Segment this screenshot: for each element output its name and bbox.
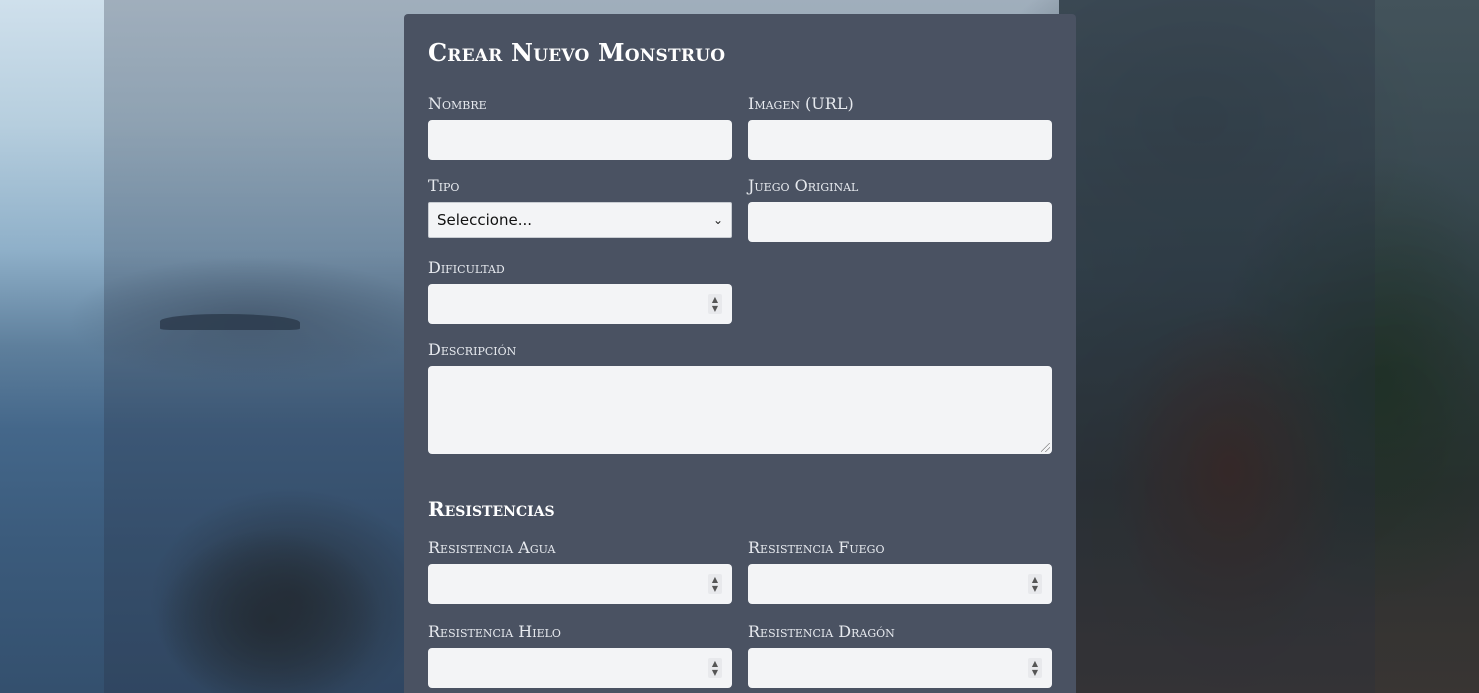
form-title: Crear Nuevo Monstruo xyxy=(428,38,726,67)
tipo-label: Tipo xyxy=(428,176,460,195)
spinner-arrows-icon[interactable]: ▲ ▼ xyxy=(708,574,722,594)
descripcion-group: Descripción xyxy=(428,340,1052,454)
tipo-selected-value: Seleccione... xyxy=(437,211,533,229)
dificultad-group: Dificultad ▲ ▼ xyxy=(428,258,732,324)
create-monster-form: Crear Nuevo Monstruo Nombre Imagen (URL)… xyxy=(404,14,1076,693)
chevron-down-icon: ⌄ xyxy=(712,213,723,227)
dragon-label: Resistencia Dragón xyxy=(748,622,895,641)
fuego-group: Resistencia Fuego ▲ ▼ xyxy=(748,538,1052,604)
juego-label: Juego Original xyxy=(748,176,859,195)
dificultad-label: Dificultad xyxy=(428,258,505,277)
tipo-group: Tipo Seleccione... ⌄ xyxy=(428,176,732,242)
nombre-input[interactable] xyxy=(428,120,732,160)
hielo-label: Resistencia Hielo xyxy=(428,622,561,641)
juego-original-input[interactable] xyxy=(748,202,1052,242)
juego-group: Juego Original xyxy=(748,176,1052,242)
spinner-arrows-icon[interactable]: ▲ ▼ xyxy=(708,294,722,314)
descripcion-label: Descripción xyxy=(428,340,517,359)
agua-label: Resistencia Agua xyxy=(428,538,556,557)
imagen-label: Imagen (URL) xyxy=(748,94,854,113)
dificultad-input[interactable]: ▲ ▼ xyxy=(428,284,732,324)
imagen-url-input[interactable] xyxy=(748,120,1052,160)
resistencia-fuego-input[interactable]: ▲ ▼ xyxy=(748,564,1052,604)
descripcion-textarea[interactable] xyxy=(428,366,1052,454)
resize-grip-icon[interactable] xyxy=(1041,443,1050,452)
resistencia-agua-input[interactable]: ▲ ▼ xyxy=(428,564,732,604)
spinner-arrows-icon[interactable]: ▲ ▼ xyxy=(1028,658,1042,678)
nombre-group: Nombre xyxy=(428,94,732,160)
spinner-arrows-icon[interactable]: ▲ ▼ xyxy=(1028,574,1042,594)
agua-group: Resistencia Agua ▲ ▼ xyxy=(428,538,732,604)
resistencias-title: Resistencias xyxy=(428,497,555,521)
fuego-label: Resistencia Fuego xyxy=(748,538,885,557)
resistencia-dragon-input[interactable]: ▲ ▼ xyxy=(748,648,1052,688)
nombre-label: Nombre xyxy=(428,94,487,113)
resistencia-hielo-input[interactable]: ▲ ▼ xyxy=(428,648,732,688)
hielo-group: Resistencia Hielo ▲ ▼ xyxy=(428,622,732,688)
spinner-arrows-icon[interactable]: ▲ ▼ xyxy=(708,658,722,678)
tipo-select[interactable]: Seleccione... ⌄ xyxy=(428,202,732,238)
dragon-group: Resistencia Dragón ▲ ▼ xyxy=(748,622,1052,688)
imagen-group: Imagen (URL) xyxy=(748,94,1052,160)
